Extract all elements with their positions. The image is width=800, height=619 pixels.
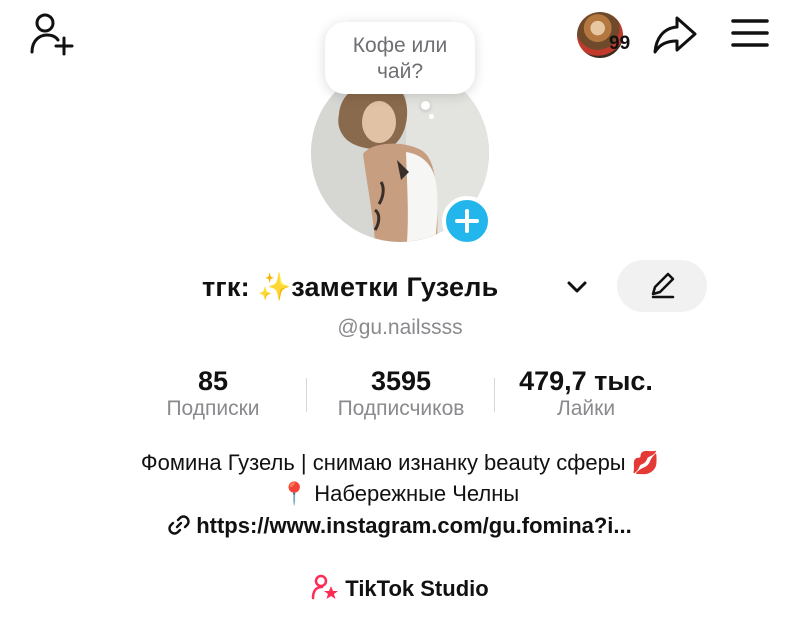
followers-count: 3595	[370, 366, 432, 396]
note-bubble[interactable]: Кофе или чай?	[325, 22, 475, 94]
likes-count: 479,7 тыс.	[519, 366, 653, 396]
note-text: Кофе или чай?	[352, 34, 448, 83]
link-icon	[168, 515, 190, 535]
add-story-button[interactable]	[442, 196, 492, 246]
display-name: тгк: ✨заметки Гузель	[202, 272, 499, 302]
stat-likes[interactable]: 479,7 тыс. Лайки	[500, 366, 672, 421]
bubble-dot	[421, 101, 430, 110]
following-label: Подписки	[166, 397, 260, 420]
pencil-icon	[651, 272, 675, 299]
tiktok-studio-label: TikTok Studio	[345, 576, 489, 601]
following-count: 85	[197, 366, 229, 396]
notification-count-badge: 99	[609, 33, 631, 54]
add-friend-icon[interactable]	[28, 12, 76, 56]
studio-user-star-icon	[312, 574, 339, 600]
stat-divider	[494, 378, 495, 412]
stat-following[interactable]: 85 Подписки	[150, 366, 276, 421]
bubble-dot	[429, 114, 434, 119]
edit-profile-button[interactable]	[617, 260, 707, 312]
bio-line-1: Фомина Гузель | снимаю изнанку beauty сф…	[140, 450, 660, 475]
tiktok-studio-button[interactable]: TikTok Studio	[0, 574, 800, 602]
bio-line-2: 📍 Набережные Челны	[280, 481, 520, 506]
menu-icon[interactable]	[730, 16, 770, 50]
stat-divider	[306, 378, 307, 412]
bio-link-row[interactable]: https://www.instagram.com/gu.fomina?i...	[0, 513, 800, 539]
stat-followers[interactable]: 3595 Подписчиков	[318, 366, 484, 421]
followers-label: Подписчиков	[337, 397, 465, 420]
share-icon[interactable]	[652, 14, 698, 56]
likes-label: Лайки	[556, 397, 616, 420]
plus-icon	[455, 209, 479, 233]
chevron-down-icon[interactable]	[566, 280, 588, 294]
bio-link[interactable]: https://www.instagram.com/gu.fomina?i...	[196, 513, 632, 538]
username-handle: @gu.nailssss	[337, 316, 463, 339]
